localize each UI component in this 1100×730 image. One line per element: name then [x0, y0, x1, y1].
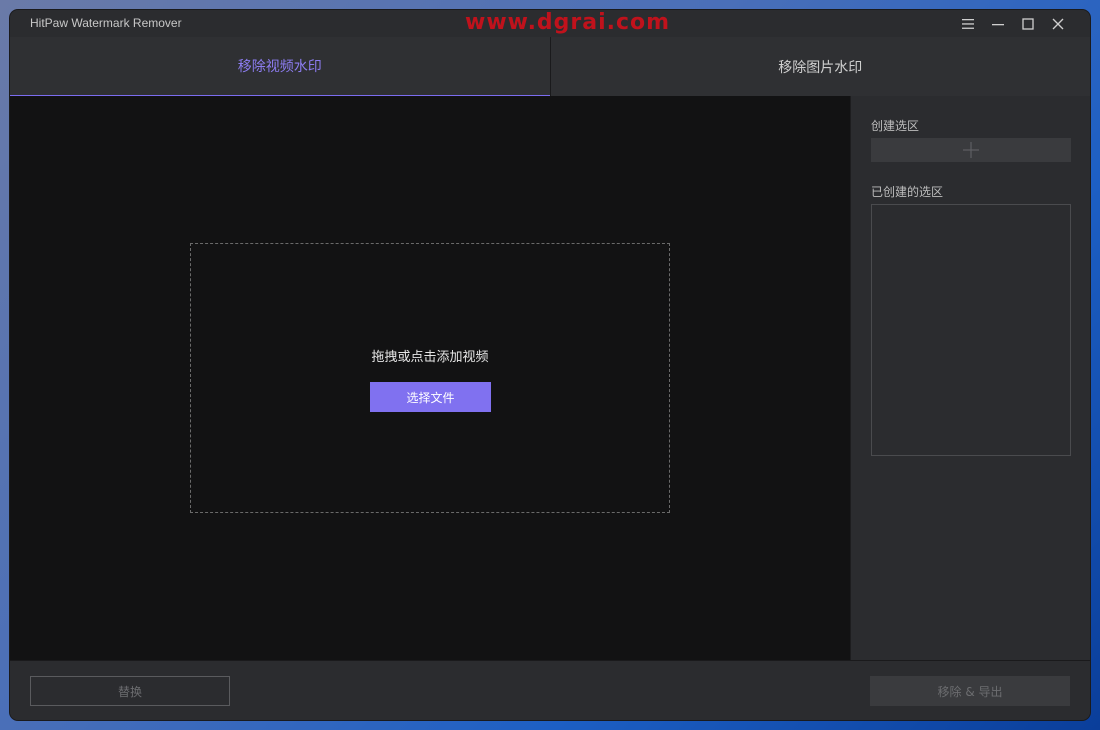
region-side-panel: 创建选区 已创建的选区 [850, 96, 1090, 660]
drop-hint-text: 拖拽或点击添加视频 [371, 350, 489, 365]
created-regions-label: 已创建的选区 [871, 185, 944, 199]
choose-file-button[interactable]: 选择文件 [370, 382, 491, 412]
maximize-button[interactable] [1018, 14, 1038, 34]
replace-button[interactable]: 替换 [30, 676, 230, 706]
minimize-icon [992, 24, 1004, 26]
video-drop-zone[interactable]: 拖拽或点击添加视频 选择文件 [190, 243, 670, 513]
app-title: HitPaw Watermark Remover [30, 16, 182, 30]
overlay-watermark: www.dgrai.com [465, 10, 671, 35]
app-window: HitPaw Watermark Remover www.dgrai.com 移… [10, 10, 1090, 720]
close-button[interactable] [1048, 14, 1068, 34]
maximize-icon [1022, 18, 1034, 30]
add-region-button[interactable] [871, 138, 1071, 162]
plus-icon [963, 142, 979, 158]
tab-remove-video-watermark[interactable]: 移除视频水印 [10, 37, 550, 96]
tab-remove-image-watermark[interactable]: 移除图片水印 [550, 37, 1090, 96]
title-bar: HitPaw Watermark Remover www.dgrai.com [10, 10, 1090, 38]
video-canvas-area: 拖拽或点击添加视频 选择文件 [10, 96, 850, 660]
minimize-button[interactable] [988, 14, 1008, 34]
hamburger-menu-icon [962, 19, 974, 29]
create-region-label: 创建选区 [871, 119, 920, 133]
mode-tabs: 移除视频水印 移除图片水印 [10, 37, 1090, 97]
remove-and-export-button[interactable]: 移除 & 导出 [870, 676, 1070, 706]
close-icon [1052, 18, 1064, 30]
bottom-action-bar: 替换 移除 & 导出 [10, 660, 1090, 720]
menu-button[interactable] [958, 14, 978, 34]
created-regions-list[interactable] [871, 204, 1071, 456]
